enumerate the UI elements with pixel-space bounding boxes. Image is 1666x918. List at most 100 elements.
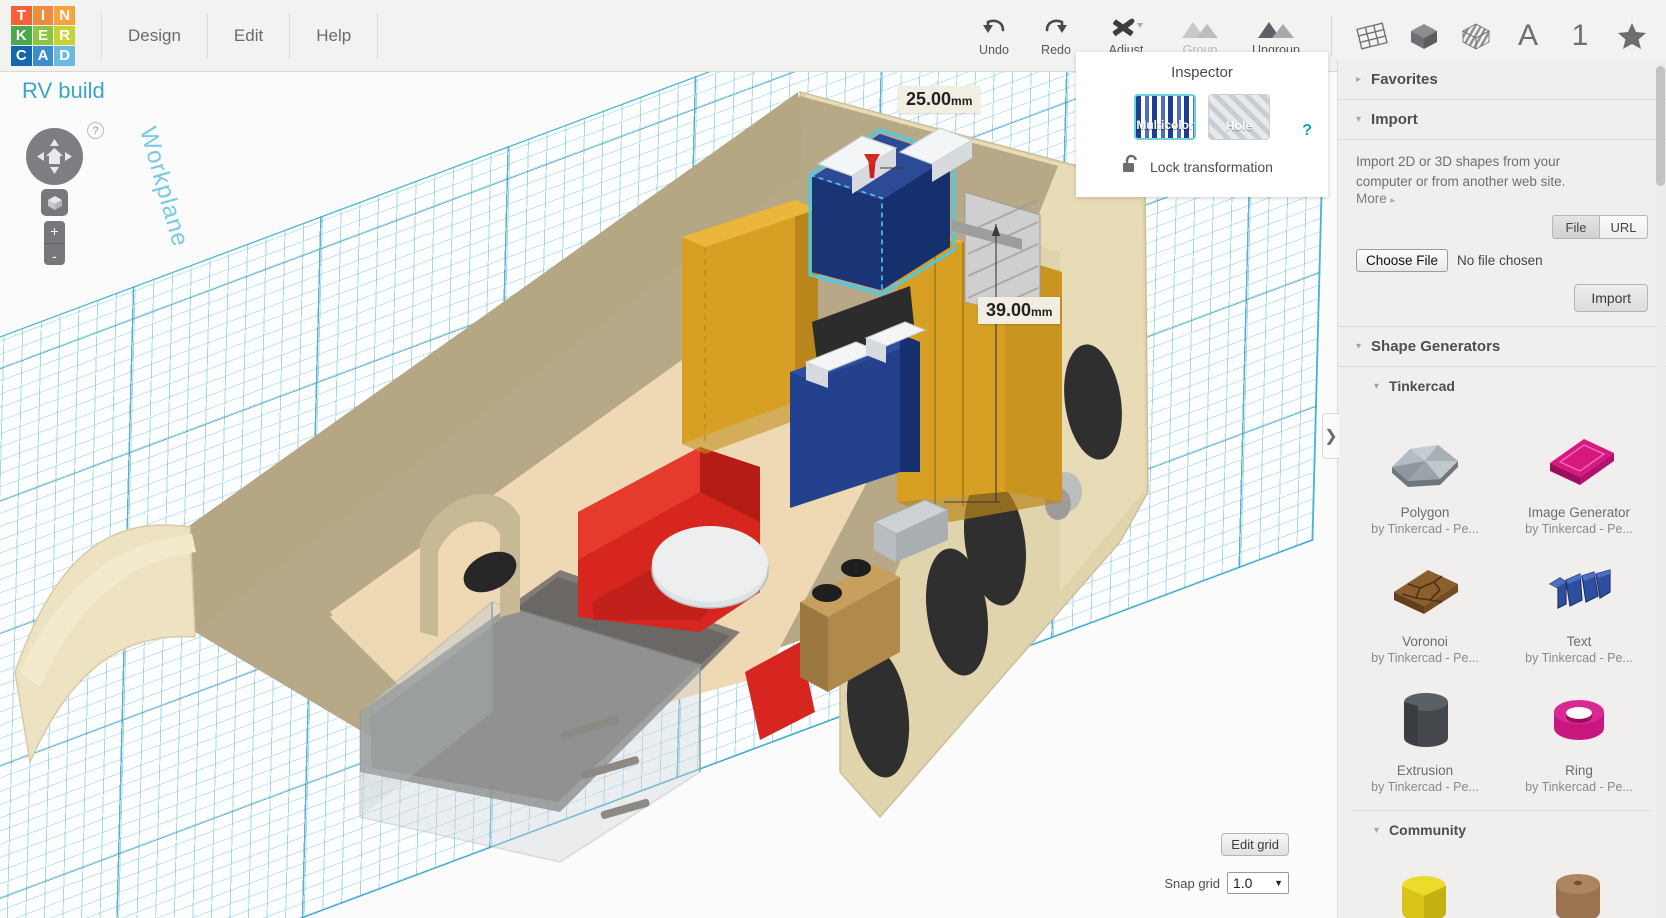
shape-name-voronoi: Voronoi [1402,634,1448,650]
no-file-chosen-label: No file chosen [1457,253,1543,269]
section-shape-generators[interactable]: ▾ Shape Generators [1338,327,1666,368]
nav-down-arrow [50,167,59,174]
logo-letter-d: D [54,46,75,66]
shape-item-text[interactable]: Text by Tinkercad - Pe... [1502,542,1656,671]
inspector-panel: Inspector Multicolor Hole ? Lock transfo… [1076,52,1328,197]
tinkercad-app: T I N K E R C A D Design Edit Help Undo … [0,0,1666,918]
swatch-hole-label: Hole [1225,119,1252,133]
view-navigation-wheel[interactable] [26,128,83,185]
shape-item-image-generator[interactable]: Image Generator by Tinkercad - Pe... [1502,413,1656,542]
ungroup-icon [1256,14,1296,40]
number-1-glyph: 1 [1571,18,1589,52]
chevron-down-icon: ▾ [1356,114,1362,125]
nav-right-arrow [65,152,72,161]
import-button[interactable]: Import [1574,284,1648,313]
lock-transformation-row[interactable]: Lock transformation [1122,154,1328,179]
community-shape-item-2[interactable] [1502,851,1656,918]
shape-item-ring[interactable]: Ring by Tinkercad - Pe... [1502,671,1656,800]
right-panel-scrollbar-track[interactable] [1656,62,1665,918]
section-favorites-title: Favorites [1371,71,1438,88]
choose-file-button[interactable]: Choose File [1356,249,1449,273]
shape-author-extrusion: by Tinkercad - Pe... [1371,780,1479,795]
menu-help[interactable]: Help [290,12,379,59]
right-sidebar: ▸ Favorites ▾ Import Import 2D or 3D sha… [1337,60,1666,918]
solid-cube-icon[interactable] [1404,13,1444,59]
community-shape-item-1[interactable] [1348,851,1502,918]
favorite-star-icon[interactable] [1612,13,1652,59]
snap-grid-label: Snap grid [1164,875,1220,891]
zoom-in-button[interactable]: + [50,224,58,238]
project-title[interactable]: RV build [22,78,105,104]
shape-item-voronoi[interactable]: Voronoi by Tinkercad - Pe... [1348,542,1502,671]
image-generator-thumbnail-icon [1531,423,1627,501]
inspector-help-icon[interactable]: ? [1302,122,1312,140]
edit-grid-button[interactable]: Edit grid [1221,833,1289,856]
undo-button[interactable]: Undo [963,4,1025,68]
chevron-right-icon: ▸ [1356,74,1362,85]
import-body: Import 2D or 3D shapes from your compute… [1338,140,1666,328]
tab-url[interactable]: URL [1600,215,1648,240]
lock-transformation-label: Lock transformation [1150,158,1273,175]
section-shape-generators-title: Shape Generators [1371,338,1501,356]
section-tinkercad[interactable]: ▾ Tinkercad [1338,367,1666,405]
text-a-glyph: A [1517,18,1538,52]
main-menu: Design Edit Help [101,12,379,59]
import-description-line1: Import 2D or 3D shapes from your [1356,154,1561,169]
chevron-down-icon: ▾ [1374,380,1380,392]
swatch-multicolor[interactable]: Multicolor [1134,94,1196,140]
cube-icon [47,195,62,210]
right-panel-scrollbar-thumb[interactable] [1656,66,1665,186]
snap-grid-value: 1.0 [1233,875,1253,891]
shape-author-ring: by Tinkercad - Pe... [1525,780,1633,795]
workplane-icon[interactable] [1352,13,1392,59]
panel-collapse-toggle[interactable]: ❯ [1322,413,1339,459]
zoom-controls[interactable]: + - [44,221,65,265]
view-cube-button[interactable] [41,189,68,216]
chevron-right-icon: ▸ [1390,195,1396,206]
menu-design[interactable]: Design [101,12,208,59]
redo-label: Redo [1041,43,1071,57]
dimension-callout-length[interactable]: 39.00mm [978,297,1061,324]
brown-cylinder-thumbnail-icon [1531,861,1627,918]
inspector-swatches: Multicolor Hole [1076,94,1328,140]
swatch-hole[interactable]: Hole [1208,94,1270,140]
dimension-callout-height[interactable]: 25.00mm [898,86,981,113]
logo-letter-a: A [32,46,54,66]
import-more-label: More [1356,191,1387,207]
rv-model[interactable] [0,72,1337,918]
menu-edit[interactable]: Edit [208,12,291,59]
adjust-icon [1109,14,1143,40]
redo-icon [1043,14,1069,40]
section-community[interactable]: ▾ Community [1338,811,1666,849]
number-1-icon[interactable]: 1 [1560,13,1600,59]
section-import-title: Import [1371,111,1418,128]
shape-author-voronoi: by Tinkercad - Pe... [1371,651,1479,666]
hole-cube-icon[interactable] [1456,13,1496,59]
text-a-icon[interactable]: A [1508,13,1548,59]
yellow-cylinder-thumbnail-icon [1377,861,1473,918]
shape-name-text: Text [1566,634,1592,650]
section-import[interactable]: ▾ Import [1338,100,1666,140]
section-favorites[interactable]: ▸ Favorites [1338,60,1666,100]
snap-grid-select[interactable]: 1.0 ▼ [1227,872,1289,894]
section-tinkercad-title: Tinkercad [1389,378,1455,395]
undo-icon [981,14,1007,40]
3d-viewport[interactable]: Workplane 25.00mm 39.00mm RV build ? + -… [0,72,1337,918]
logo-letter-c: C [11,46,32,66]
dimension-value-1: 25.00 [906,89,952,109]
shape-item-polygon[interactable]: Polygon by Tinkercad - Pe... [1348,413,1502,542]
tinkercad-logo[interactable]: T I N K E R C A D [11,5,75,66]
text-thumbnail-icon [1531,552,1627,630]
tab-file[interactable]: File [1552,215,1600,240]
nav-help-icon[interactable]: ? [87,122,104,139]
shape-author-polygon: by Tinkercad - Pe... [1371,522,1479,537]
shape-author-text: by Tinkercad - Pe... [1525,651,1633,666]
unlock-icon [1122,154,1140,179]
snap-grid-control: Snap grid 1.0 ▼ [1164,872,1289,894]
import-more-link[interactable]: More ▸ [1356,191,1648,206]
zoom-out-button[interactable]: - [52,249,57,263]
ring-thumbnail-icon [1531,681,1627,759]
shape-name-image-generator: Image Generator [1527,505,1631,521]
shape-item-extrusion[interactable]: Extrusion by Tinkercad - Pe... [1348,671,1502,800]
chevron-down-icon: ▼ [1274,878,1283,888]
